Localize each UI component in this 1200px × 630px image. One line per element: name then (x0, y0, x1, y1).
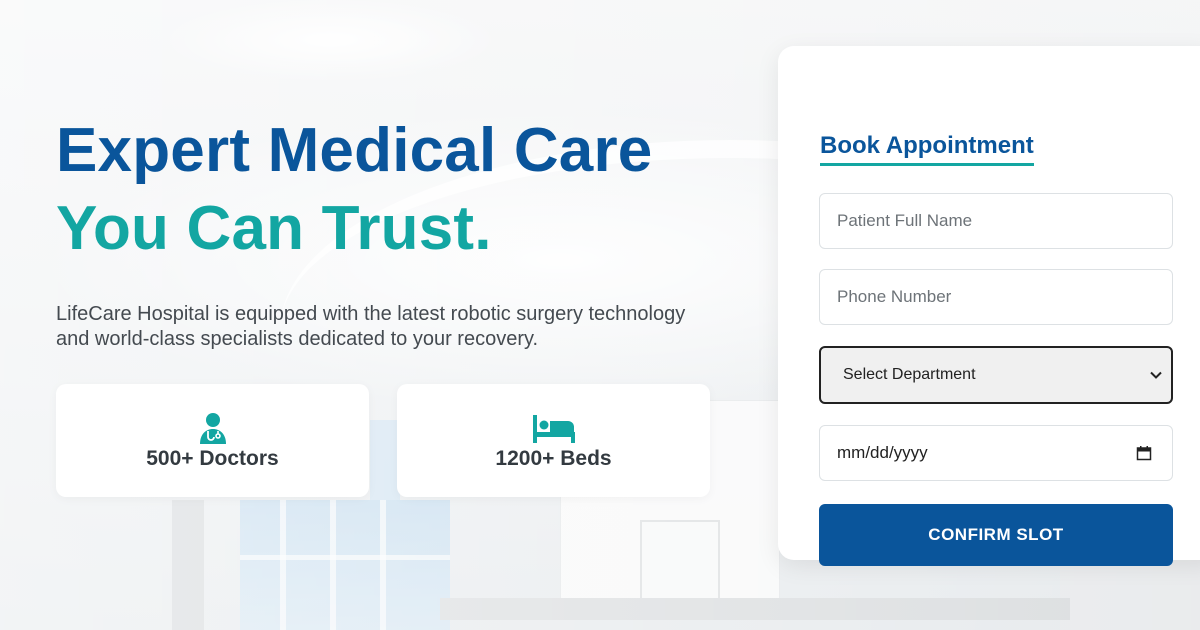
hero-heading-line1: Expert Medical Care (56, 116, 653, 185)
stat-label: 500+ Doctors (146, 446, 279, 470)
chevron-down-icon (1150, 371, 1162, 379)
booking-card: Book Appointment Select Department mm/dd… (778, 46, 1200, 566)
hero-description: LifeCare Hospital is equipped with the l… (56, 303, 686, 350)
department-select-value: Select Department (843, 366, 976, 383)
hero-section: Expert Medical Care You Can Trust. LifeC… (56, 112, 746, 352)
confirm-slot-button[interactable]: CONFIRM SLOT (819, 504, 1173, 566)
department-select[interactable]: Select Department (819, 346, 1173, 404)
booking-title: Book Appointment (820, 132, 1034, 166)
patient-name-input[interactable] (819, 193, 1173, 249)
stats-row: 500+ Doctors 1200+ Beds (56, 384, 710, 497)
doctor-icon (199, 412, 226, 444)
stat-card-doctors: 500+ Doctors (56, 384, 369, 497)
stat-card-beds: 1200+ Beds (397, 384, 710, 497)
date-placeholder: mm/dd/yyyy (837, 443, 928, 462)
calendar-icon[interactable] (1136, 445, 1152, 461)
hero-heading: Expert Medical Care You Can Trust. (56, 112, 746, 268)
hero-heading-line2: You Can Trust. (56, 194, 492, 263)
appointment-date-input[interactable]: mm/dd/yyyy (819, 425, 1173, 481)
bed-icon (532, 414, 575, 443)
stat-label: 1200+ Beds (495, 446, 612, 470)
phone-number-input[interactable] (819, 269, 1173, 325)
